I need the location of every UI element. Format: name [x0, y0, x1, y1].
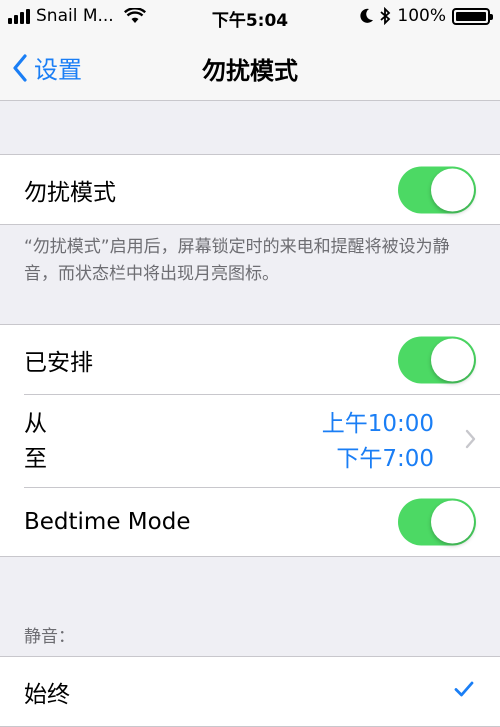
- dnd-group: 勿扰模式: [0, 154, 500, 225]
- always-row[interactable]: 始终: [0, 657, 500, 726]
- time-values: 上午10:00 下午7:00: [322, 407, 434, 477]
- from-label: 从: [24, 411, 47, 437]
- to-label: 至: [24, 446, 47, 472]
- silence-section-header: 静音：: [24, 627, 75, 647]
- chevron-right-icon: [465, 429, 476, 449]
- toggle-knob: [431, 168, 474, 211]
- scheduled-row: 已安排: [0, 325, 500, 394]
- to-time: 下午7:00: [336, 446, 434, 472]
- status-bar-right: 100%: [360, 6, 493, 26]
- bedtime-label: Bedtime Mode: [24, 508, 191, 535]
- checkmark-icon: [454, 681, 474, 697]
- navigation-bar: 设置 勿扰模式: [0, 34, 500, 101]
- from-time: 上午10:00: [321, 411, 434, 437]
- toggle-knob: [431, 500, 474, 543]
- toggle-knob: [431, 338, 474, 381]
- page-title: 勿扰模式: [202, 57, 298, 85]
- schedule-time-row[interactable]: 从 至 上午10:00 下午7:00: [0, 394, 500, 487]
- silence-group: 始终: [0, 656, 500, 727]
- dnd-row: 勿扰模式: [0, 155, 500, 224]
- bedtime-toggle[interactable]: [398, 498, 476, 545]
- bedtime-row: Bedtime Mode: [0, 487, 500, 556]
- status-bar: Snail M... 下午5:04 100%: [0, 0, 500, 34]
- bluetooth-icon: [380, 7, 391, 25]
- battery-percent: 100%: [397, 6, 446, 26]
- moon-icon: [360, 8, 374, 23]
- scheduled-label: 已安排: [24, 349, 93, 376]
- dnd-toggle[interactable]: [398, 166, 476, 213]
- scheduled-toggle[interactable]: [398, 336, 476, 383]
- time-labels: 从 至: [24, 407, 47, 477]
- dnd-label: 勿扰模式: [24, 179, 116, 206]
- schedule-group: 已安排 从 至 上午10:00 下午7:00 Bedtime Mode: [0, 324, 500, 557]
- battery-icon: [452, 7, 493, 25]
- always-label: 始终: [24, 681, 70, 708]
- dnd-description: “勿扰模式”启用后，屏幕锁定时的来电和提醒将被设为静音，而状态栏中将出现月亮图标…: [24, 237, 450, 284]
